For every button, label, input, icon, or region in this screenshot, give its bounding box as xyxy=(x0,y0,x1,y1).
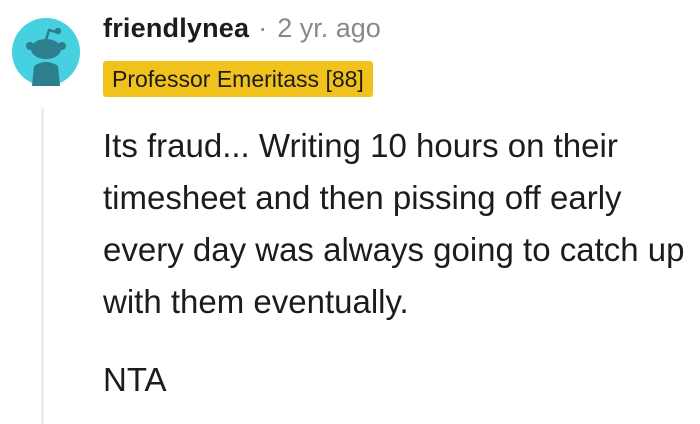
username-link[interactable]: friendlynea xyxy=(103,13,249,44)
meta-separator: · xyxy=(258,12,268,43)
comment-paragraph: Its fraud... Writing 10 hours on their t… xyxy=(103,127,685,320)
comment-meta: friendlynea · 2 yr. ago xyxy=(103,10,381,46)
comment-timestamp[interactable]: 2 yr. ago xyxy=(277,13,381,44)
reddit-snoo-avatar-icon xyxy=(12,18,80,86)
user-flair-badge: Professor Emeritass [88] xyxy=(103,61,373,97)
comment-body: Its fraud... Writing 10 hours on their t… xyxy=(103,120,695,406)
thread-line[interactable] xyxy=(41,108,44,424)
comment-paragraph: NTA xyxy=(103,361,167,398)
user-avatar[interactable] xyxy=(12,18,80,86)
